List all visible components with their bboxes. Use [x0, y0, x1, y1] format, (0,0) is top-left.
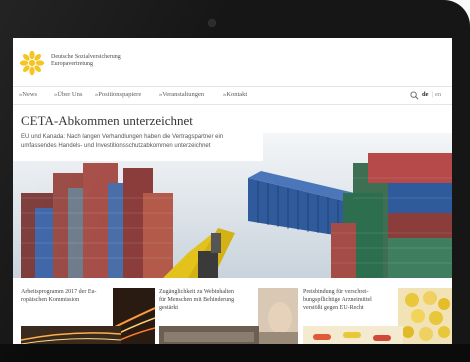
news-card-title-line: Preisbindung für verschrei-	[303, 289, 369, 295]
teaser-line: umfassendes Handels- und Investitionssch…	[21, 143, 211, 149]
news-card-title-line: bungspflichtige Arzneimittel	[303, 297, 372, 303]
news-card-title-line: für Menschen mit Behinderung	[159, 297, 235, 303]
search-icon[interactable]	[410, 91, 419, 100]
org-subtitle: Europavertretung	[51, 61, 93, 67]
news-card-image-hand[interactable]	[258, 288, 298, 344]
news-card-image-lights	[21, 326, 121, 344]
news-card-title-line: Zugänglichkeit zu Webinhalten	[159, 289, 235, 295]
lang-separator: |	[432, 91, 434, 98]
nav-item-ueber-uns[interactable]: »Über Uns	[54, 91, 82, 98]
site-header: Deutsche Sozialversicherung Europavertre…	[13, 38, 452, 88]
tablet-frame: Deutsche Sozialversicherung Europavertre…	[0, 0, 470, 362]
lang-de-link[interactable]: de	[422, 91, 429, 98]
news-card-title[interactable]: Zugänglichkeit zu Webinhalten für Mensch…	[159, 288, 234, 312]
news-card-title[interactable]: Preisbindung für verschrei- bungspflicht…	[303, 288, 372, 312]
news-card-title[interactable]: Arbeitsprogramm 2017 der Eu- ropäischen …	[21, 288, 96, 304]
nav-item-positionspapiere[interactable]: »Positionspapiere	[95, 91, 141, 98]
tablet-bottom-bezel	[0, 344, 470, 362]
news-card-image-capsules	[303, 326, 403, 344]
news-card-title-line: Arbeitsprogramm 2017 der Eu-	[21, 289, 97, 295]
news-card-title-line: gestärkt	[159, 305, 178, 311]
browser-screen: Deutsche Sozialversicherung Europavertre…	[13, 38, 452, 344]
nav-item-news[interactable]: »News	[19, 91, 37, 98]
teaser-line: EU und Kanada: Nach langen Verhandlungen…	[21, 134, 224, 140]
main-nav: »News »Über Uns »Positionspapiere »Veran…	[13, 86, 452, 105]
news-card-title-line: ropäischen Kommission	[21, 297, 80, 303]
page-title[interactable]: CETA-Abkommen unterzeichnet	[21, 113, 193, 129]
camera-icon	[209, 20, 215, 26]
news-card-image-keyboard	[159, 326, 259, 344]
news-card-image-pills[interactable]	[398, 288, 452, 344]
nav-item-kontakt[interactable]: »Kontakt	[223, 91, 247, 98]
org-name: Deutsche Sozialversicherung	[51, 54, 121, 60]
article-teaser: EU und Kanada: Nach langen Verhandlungen…	[21, 133, 261, 151]
lang-en-link[interactable]: en	[435, 91, 441, 98]
news-card-title-line: verstößt gegen EU-Recht	[303, 305, 364, 311]
nav-item-veranstaltungen[interactable]: »Veranstaltungen	[159, 91, 204, 98]
star-logo-icon[interactable]	[19, 50, 45, 76]
